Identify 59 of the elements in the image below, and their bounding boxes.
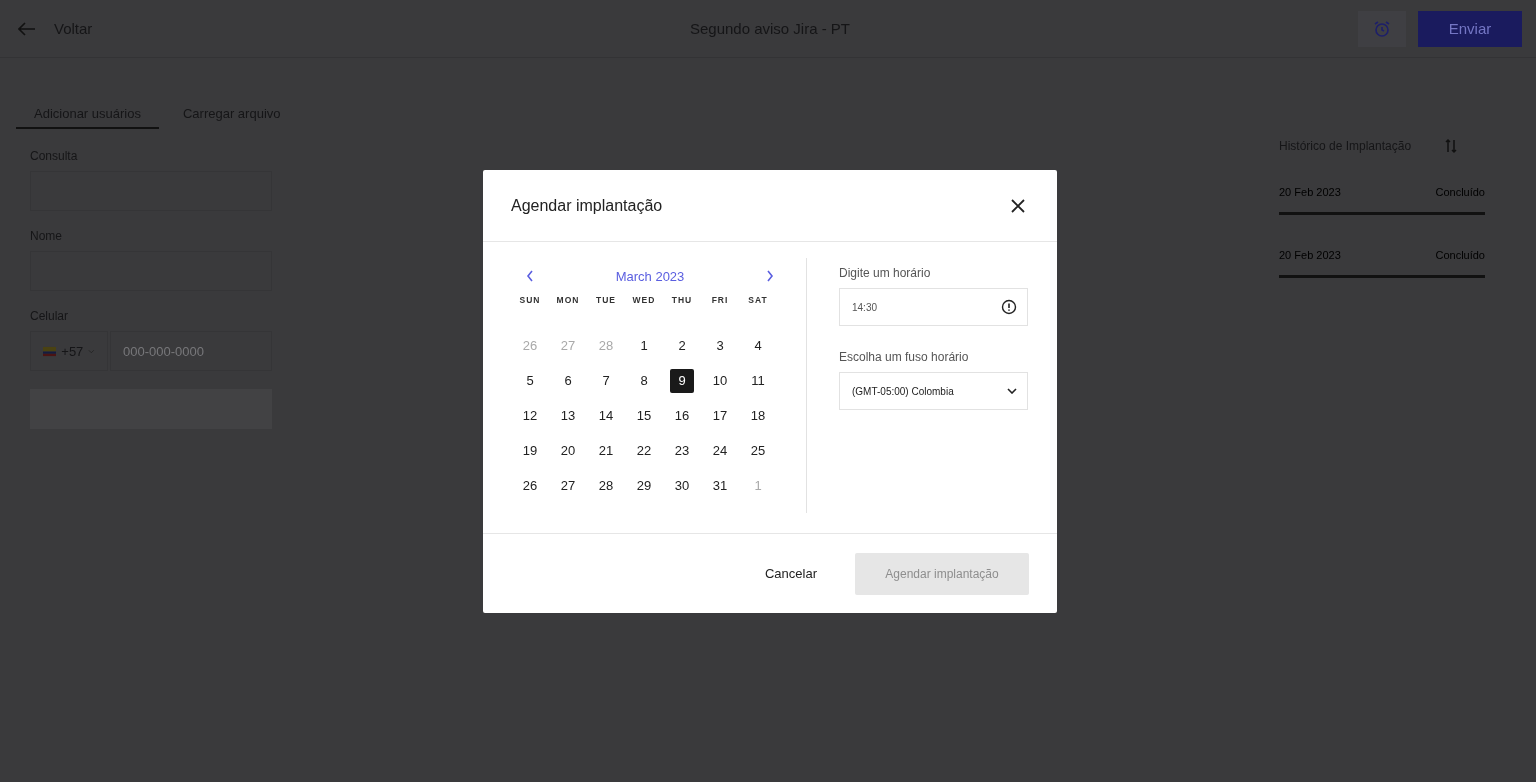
history-status: Concluído — [1435, 186, 1485, 198]
weekday-label: FRI — [710, 294, 730, 307]
calendar-day[interactable]: 25 — [746, 438, 770, 463]
previous-month-icon[interactable] — [526, 270, 534, 282]
dialog-title: Agendar implantação — [511, 196, 663, 215]
calendar-day[interactable]: 31 — [708, 473, 732, 498]
next-month-icon[interactable] — [766, 270, 774, 282]
calendar-day[interactable]: 5 — [518, 368, 542, 393]
calendar-day[interactable]: 3 — [708, 333, 732, 358]
weekday-label: SAT — [747, 294, 769, 307]
alert-icon — [1001, 299, 1017, 315]
weekday-label: THU — [670, 294, 694, 307]
back-arrow-icon[interactable] — [18, 21, 36, 36]
send-button[interactable]: Enviar — [1418, 10, 1522, 47]
chevron-down-icon — [1007, 388, 1017, 394]
weekday-label: TUE — [595, 294, 617, 307]
calendar-day[interactable]: 27 — [556, 473, 580, 498]
calendar-day[interactable]: 17 — [708, 403, 732, 428]
calendar-day[interactable]: 26 — [518, 473, 542, 498]
calendar-day[interactable]: 7 — [594, 368, 618, 393]
alarm-clock-icon — [1373, 19, 1391, 38]
flag-icon — [43, 345, 57, 357]
weekday-label: SUN — [518, 294, 542, 307]
month-label: March 2023 — [615, 268, 685, 284]
calendar-day[interactable]: 30 — [670, 473, 694, 498]
calendar-day[interactable]: 14 — [594, 403, 618, 428]
calendar-day[interactable]: 20 — [556, 438, 580, 463]
calendar-day[interactable]: 9 — [670, 368, 694, 393]
sort-icon[interactable] — [1445, 138, 1458, 154]
calendar-day[interactable]: 23 — [670, 438, 694, 463]
calendar-day[interactable]: 10 — [708, 368, 732, 393]
calendar-day[interactable]: 15 — [632, 403, 656, 428]
time-field[interactable]: 14:30 — [839, 288, 1028, 326]
calendar-day[interactable]: 29 — [632, 473, 656, 498]
calendar-day[interactable]: 12 — [518, 403, 542, 428]
calendar-day[interactable]: 16 — [670, 403, 694, 428]
calendar-day[interactable]: 4 — [746, 333, 770, 358]
phone-field[interactable]: 000-000-0000 — [110, 331, 272, 371]
calendar-day[interactable]: 1 — [632, 333, 656, 358]
calendar-day[interactable]: 2 — [670, 333, 694, 358]
calendar-day[interactable]: 8 — [632, 368, 656, 393]
time-label: Digite um horário — [839, 266, 932, 280]
calendar-day[interactable]: 22 — [632, 438, 656, 463]
timezone-dropdown[interactable]: (GMT-05:00) Colombia — [839, 372, 1028, 410]
calendar-day[interactable]: 19 — [518, 438, 542, 463]
calendar-day[interactable]: 11 — [746, 368, 770, 393]
calendar-day[interactable]: 18 — [746, 403, 770, 428]
history-status: Concluído — [1435, 249, 1485, 261]
weekday-label: MON — [555, 294, 581, 307]
close-icon[interactable] — [1011, 198, 1025, 213]
schedule-button[interactable] — [1358, 10, 1406, 47]
calendar-day[interactable]: 21 — [594, 438, 618, 463]
calendar-day[interactable]: 24 — [708, 438, 732, 463]
timezone-label: Escolha um fuso horário — [839, 350, 970, 364]
calendar-day[interactable]: 28 — [594, 473, 618, 498]
cancel-button[interactable]: Cancelar — [758, 565, 823, 582]
weekday-label: WED — [631, 294, 657, 307]
calendar-day[interactable]: 6 — [556, 368, 580, 393]
calendar-day[interactable]: 13 — [556, 403, 580, 428]
